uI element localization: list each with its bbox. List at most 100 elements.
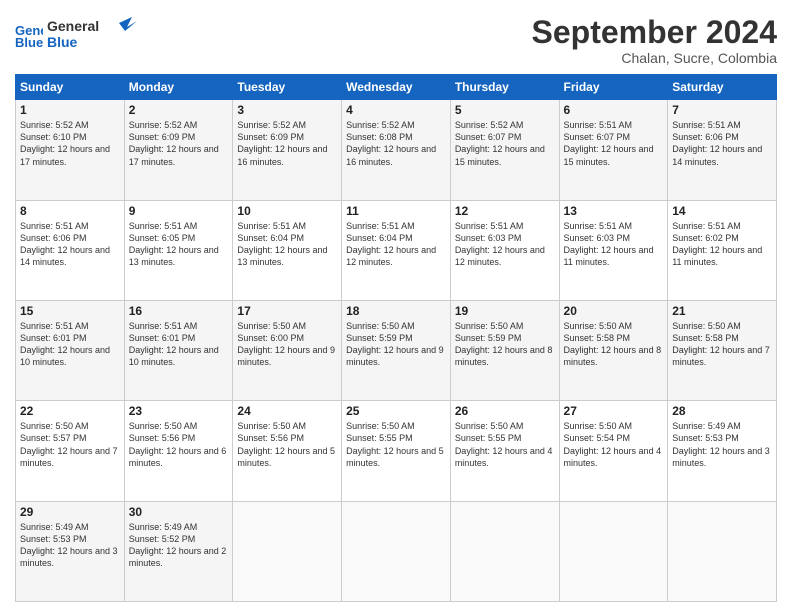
- calendar-cell: [233, 501, 342, 601]
- calendar-cell: 22Sunrise: 5:50 AMSunset: 5:57 PMDayligh…: [16, 401, 125, 501]
- calendar-cell: 15Sunrise: 5:51 AMSunset: 6:01 PMDayligh…: [16, 300, 125, 400]
- day-content: Sunrise: 5:52 AMSunset: 6:09 PMDaylight:…: [129, 119, 229, 168]
- calendar-cell: 3 Sunrise: 5:52 AMSunset: 6:09 PMDaylight…: [233, 100, 342, 200]
- day-number: 20: [564, 304, 664, 318]
- day-number: 1: [20, 103, 120, 117]
- day-content: Sunrise: 5:50 AMSunset: 5:59 PMDaylight:…: [346, 320, 446, 369]
- day-number: 19: [455, 304, 555, 318]
- calendar-cell: 18 Sunrise: 5:50 AMSunset: 5:59 PMDayligh…: [342, 300, 451, 400]
- calendar-cell: 27 Sunrise: 5:50 AMSunset: 5:54 PMDayligh…: [559, 401, 668, 501]
- day-number: 13: [564, 204, 664, 218]
- day-number: 7: [672, 103, 772, 117]
- day-number: 30: [129, 505, 229, 519]
- weekday-header-monday: Monday: [124, 75, 233, 100]
- calendar-cell: [668, 501, 777, 601]
- day-number: 26: [455, 404, 555, 418]
- day-number: 2: [129, 103, 229, 117]
- location-subtitle: Chalan, Sucre, Colombia: [532, 50, 777, 66]
- calendar-cell: 8 Sunrise: 5:51 AMSunset: 6:06 PMDaylight…: [16, 200, 125, 300]
- day-number: 4: [346, 103, 446, 117]
- month-title: September 2024: [532, 15, 777, 50]
- day-content: Sunrise: 5:49 AMSunset: 5:53 PMDaylight:…: [20, 521, 120, 570]
- day-content: Sunrise: 5:52 AMSunset: 6:07 PMDaylight:…: [455, 119, 555, 168]
- day-content: Sunrise: 5:49 AMSunset: 5:53 PMDaylight:…: [672, 420, 772, 469]
- day-number: 18: [346, 304, 446, 318]
- day-number: 10: [237, 204, 337, 218]
- day-content: Sunrise: 5:51 AMSunset: 6:04 PMDaylight:…: [237, 220, 337, 269]
- weekday-header-saturday: Saturday: [668, 75, 777, 100]
- day-number: 27: [564, 404, 664, 418]
- day-number: 8: [20, 204, 120, 218]
- header: General Blue General Blue September 2024…: [15, 15, 777, 66]
- calendar-cell: 16 Sunrise: 5:51 AMSunset: 6:01 PMDayligh…: [124, 300, 233, 400]
- calendar-cell: 9 Sunrise: 5:51 AMSunset: 6:05 PMDaylight…: [124, 200, 233, 300]
- day-number: 5: [455, 103, 555, 117]
- calendar-cell: 23Sunrise: 5:50 AMSunset: 5:56 PMDayligh…: [124, 401, 233, 501]
- day-content: Sunrise: 5:50 AMSunset: 5:59 PMDaylight:…: [455, 320, 555, 369]
- day-content: Sunrise: 5:50 AMSunset: 5:56 PMDaylight:…: [237, 420, 337, 469]
- weekday-header-thursday: Thursday: [450, 75, 559, 100]
- weekday-header-friday: Friday: [559, 75, 668, 100]
- day-number: 21: [672, 304, 772, 318]
- day-content: Sunrise: 5:51 AMSunset: 6:01 PMDaylight:…: [129, 320, 229, 369]
- svg-text:Blue: Blue: [15, 35, 43, 49]
- calendar-cell: [342, 501, 451, 601]
- calendar-week-2: 8 Sunrise: 5:51 AMSunset: 6:06 PMDaylight…: [16, 200, 777, 300]
- calendar-cell: 26 Sunrise: 5:50 AMSunset: 5:55 PMDayligh…: [450, 401, 559, 501]
- calendar-cell: 20Sunrise: 5:50 AMSunset: 5:58 PMDayligh…: [559, 300, 668, 400]
- svg-text:General: General: [47, 18, 99, 34]
- day-number: 28: [672, 404, 772, 418]
- calendar-cell: 10 Sunrise: 5:51 AMSunset: 6:04 PMDayligh…: [233, 200, 342, 300]
- page: General Blue General Blue September 2024…: [0, 0, 792, 612]
- day-number: 17: [237, 304, 337, 318]
- calendar-cell: 29 Sunrise: 5:49 AMSunset: 5:53 PMDayligh…: [16, 501, 125, 601]
- calendar-week-5: 29 Sunrise: 5:49 AMSunset: 5:53 PMDayligh…: [16, 501, 777, 601]
- day-content: Sunrise: 5:50 AMSunset: 5:55 PMDaylight:…: [346, 420, 446, 469]
- day-content: Sunrise: 5:50 AMSunset: 5:54 PMDaylight:…: [564, 420, 664, 469]
- day-content: Sunrise: 5:50 AMSunset: 5:55 PMDaylight:…: [455, 420, 555, 469]
- day-number: 15: [20, 304, 120, 318]
- calendar-cell: 12Sunrise: 5:51 AMSunset: 6:03 PMDayligh…: [450, 200, 559, 300]
- day-content: Sunrise: 5:52 AMSunset: 6:09 PMDaylight:…: [237, 119, 337, 168]
- calendar-cell: 5 Sunrise: 5:52 AMSunset: 6:07 PMDaylight…: [450, 100, 559, 200]
- calendar-cell: 14Sunrise: 5:51 AMSunset: 6:02 PMDayligh…: [668, 200, 777, 300]
- day-number: 25: [346, 404, 446, 418]
- day-number: 16: [129, 304, 229, 318]
- weekday-header-tuesday: Tuesday: [233, 75, 342, 100]
- calendar-cell: 25 Sunrise: 5:50 AMSunset: 5:55 PMDayligh…: [342, 401, 451, 501]
- calendar-cell: 7Sunrise: 5:51 AMSunset: 6:06 PMDaylight…: [668, 100, 777, 200]
- logo: General Blue General Blue: [15, 15, 137, 55]
- title-block: September 2024 Chalan, Sucre, Colombia: [532, 15, 777, 66]
- calendar-cell: 4Sunrise: 5:52 AMSunset: 6:08 PMDaylight…: [342, 100, 451, 200]
- calendar-cell: 21Sunrise: 5:50 AMSunset: 5:58 PMDayligh…: [668, 300, 777, 400]
- calendar-cell: [450, 501, 559, 601]
- day-content: Sunrise: 5:50 AMSunset: 6:00 PMDaylight:…: [237, 320, 337, 369]
- calendar-cell: 17 Sunrise: 5:50 AMSunset: 6:00 PMDayligh…: [233, 300, 342, 400]
- weekday-header-wednesday: Wednesday: [342, 75, 451, 100]
- calendar-cell: 13 Sunrise: 5:51 AMSunset: 6:03 PMDayligh…: [559, 200, 668, 300]
- day-content: Sunrise: 5:51 AMSunset: 6:07 PMDaylight:…: [564, 119, 664, 168]
- calendar-cell: 30 Sunrise: 5:49 AMSunset: 5:52 PMDayligh…: [124, 501, 233, 601]
- calendar-cell: 24 Sunrise: 5:50 AMSunset: 5:56 PMDayligh…: [233, 401, 342, 501]
- day-content: Sunrise: 5:51 AMSunset: 6:03 PMDaylight:…: [564, 220, 664, 269]
- calendar-cell: 19 Sunrise: 5:50 AMSunset: 5:59 PMDayligh…: [450, 300, 559, 400]
- day-content: Sunrise: 5:49 AMSunset: 5:52 PMDaylight:…: [129, 521, 229, 570]
- day-number: 24: [237, 404, 337, 418]
- day-content: Sunrise: 5:51 AMSunset: 6:04 PMDaylight:…: [346, 220, 446, 269]
- calendar-week-1: 1Sunrise: 5:52 AMSunset: 6:10 PMDaylight…: [16, 100, 777, 200]
- day-content: Sunrise: 5:51 AMSunset: 6:02 PMDaylight:…: [672, 220, 772, 269]
- weekday-header-row: SundayMondayTuesdayWednesdayThursdayFrid…: [16, 75, 777, 100]
- day-content: Sunrise: 5:51 AMSunset: 6:05 PMDaylight:…: [129, 220, 229, 269]
- day-number: 23: [129, 404, 229, 418]
- svg-text:Blue: Blue: [47, 34, 78, 50]
- day-number: 22: [20, 404, 120, 418]
- day-number: 3: [237, 103, 337, 117]
- calendar-cell: 28 Sunrise: 5:49 AMSunset: 5:53 PMDayligh…: [668, 401, 777, 501]
- day-number: 12: [455, 204, 555, 218]
- day-number: 11: [346, 204, 446, 218]
- day-number: 9: [129, 204, 229, 218]
- day-content: Sunrise: 5:51 AMSunset: 6:06 PMDaylight:…: [20, 220, 120, 269]
- calendar-week-4: 22Sunrise: 5:50 AMSunset: 5:57 PMDayligh…: [16, 401, 777, 501]
- day-number: 29: [20, 505, 120, 519]
- calendar-cell: 11 Sunrise: 5:51 AMSunset: 6:04 PMDayligh…: [342, 200, 451, 300]
